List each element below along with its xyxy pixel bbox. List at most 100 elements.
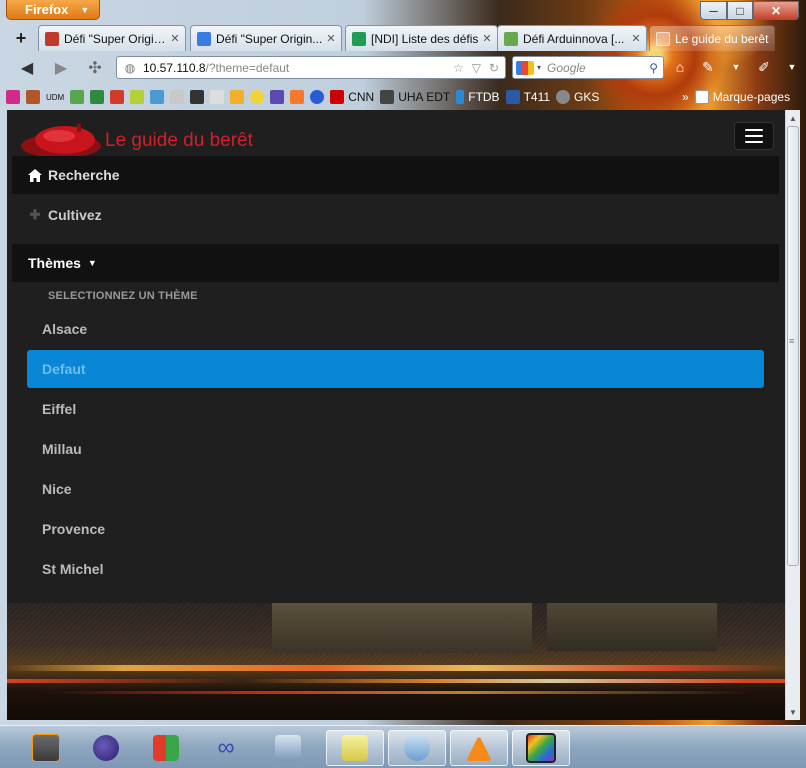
tab-close-icon[interactable]: ✕ (169, 32, 181, 45)
globe-icon: ◍ (124, 60, 136, 75)
bookmark-cnn[interactable]: CNN (330, 90, 374, 104)
photo-icon (70, 90, 85, 104)
bookmark-udm[interactable]: UDM (46, 93, 64, 102)
calendar-icon (170, 90, 185, 104)
bookmark-label: FTDB (468, 90, 500, 104)
tab-ndi-liste[interactable]: [NDI] Liste des défis ✕ (345, 25, 498, 51)
bookmark-item[interactable] (170, 90, 185, 104)
taskbar-windows[interactable] (140, 730, 192, 766)
bookmarks-overflow-button[interactable]: » (682, 90, 689, 104)
bookmark-item[interactable] (130, 90, 145, 104)
caret-down-icon: ▼ (87, 258, 97, 268)
nav-themes-dropdown[interactable]: Thèmes ▼ (12, 244, 779, 282)
scroll-up-icon[interactable]: ▲ (786, 110, 800, 126)
chevron-down-icon[interactable]: ▼ (726, 57, 746, 77)
theme-provence[interactable]: Provence (27, 510, 764, 548)
taskbar-vlc[interactable] (450, 730, 508, 766)
firefox-menu-button[interactable]: Firefox ▼ (6, 0, 100, 20)
bookmark-item[interactable] (26, 90, 40, 104)
tab-label: Défi "Super Origin... (64, 31, 169, 46)
search-icon[interactable]: ⚲ (649, 61, 658, 75)
dropdown-arrow-icon[interactable]: ▽ (472, 61, 481, 75)
microphone-icon[interactable]: ✐ (754, 57, 774, 77)
taskbar-finder[interactable] (388, 730, 446, 766)
bookmark-item[interactable] (290, 90, 305, 104)
bookmark-item[interactable] (250, 90, 265, 104)
brand-link[interactable]: Le guide du berêt (21, 122, 253, 156)
bookmarks-menu-button[interactable]: Marque-pages (713, 90, 790, 104)
theme-alsace[interactable]: Alsace (27, 310, 764, 348)
vertical-scrollbar[interactable]: ▲ ≡ ▼ (785, 110, 800, 720)
bookmark-item[interactable] (230, 90, 245, 104)
bottle-icon (456, 90, 465, 104)
bookmark-gks[interactable]: GKS (556, 90, 599, 104)
bookmark-item[interactable] (6, 90, 20, 104)
tab-defi-2[interactable]: Défi "Super Origin... ✕ (190, 25, 342, 51)
bookmark-item[interactable] (70, 90, 85, 104)
search-engine-arrow-icon[interactable]: ▾ (537, 63, 541, 72)
smile-icon (250, 90, 265, 104)
taskbar-infinity[interactable]: ∞ (200, 730, 252, 766)
google-icon[interactable] (516, 60, 534, 75)
tab-defi-1[interactable]: Défi "Super Origin... ✕ (38, 25, 186, 51)
bookmark-item[interactable] (210, 90, 225, 104)
menu-toggle-button[interactable] (734, 122, 774, 150)
tools-icon[interactable]: ✎ (698, 57, 718, 77)
tab-arduinnova[interactable]: Défi Arduinnova [... ✕ (497, 25, 647, 51)
tab-close-icon[interactable]: ✕ (481, 32, 493, 45)
bubble-icon (290, 90, 305, 104)
taskbar-filmstrip[interactable] (512, 730, 570, 766)
taskbar-notes[interactable] (326, 730, 384, 766)
theme-defaut[interactable]: Defaut (27, 350, 764, 388)
puzzle-icon (504, 31, 518, 46)
back-arrow-icon: ◀ (20, 60, 34, 77)
tab-label: [NDI] Liste des défis (371, 31, 479, 46)
nav-recherche[interactable]: Recherche (12, 156, 779, 194)
maximize-button[interactable]: □ (727, 1, 753, 20)
theme-st-michel[interactable]: St Michel (27, 550, 764, 588)
tab-close-icon[interactable]: ✕ (325, 32, 337, 45)
taskbar-eclipse[interactable] (80, 730, 132, 766)
search-box[interactable]: ▾ Google ⚲ (512, 56, 664, 79)
tab-guide-beret[interactable]: Le guide du berêt (649, 25, 775, 51)
bookmark-item[interactable] (310, 90, 325, 104)
star-icon[interactable]: ☆ (453, 61, 464, 75)
n-icon (130, 90, 145, 104)
minimize-button[interactable]: ─ (700, 1, 727, 20)
url-bar[interactable]: ◍ 10.57.110.8/?theme=defaut ☆ ▽ ↻ (116, 56, 506, 79)
grid-icon (380, 90, 395, 104)
bookmark-item[interactable] (190, 90, 205, 104)
taskbar-virtualbox[interactable] (262, 730, 314, 766)
url-path: /?theme=defaut (205, 60, 290, 75)
taskbar-sublime[interactable] (20, 730, 72, 766)
flower-icon (6, 90, 20, 104)
bookmark-item[interactable] (110, 90, 125, 104)
tab-close-icon[interactable]: ✕ (630, 32, 642, 45)
bookmark-item[interactable] (150, 90, 165, 104)
theme-eiffel[interactable]: Eiffel (27, 390, 764, 428)
bookmark-t411[interactable]: T411 (505, 90, 550, 104)
home-icon[interactable]: ⌂ (670, 57, 690, 77)
bookmark-uha-edt[interactable]: UHA EDT (380, 90, 450, 104)
forward-button[interactable]: ▶ (48, 55, 74, 81)
chevron-down-icon[interactable]: ▼ (782, 57, 802, 77)
new-tab-button[interactable]: + (8, 27, 34, 49)
theme-nice[interactable]: Nice (27, 470, 764, 508)
bookmark-ftdb[interactable]: FTDB (456, 90, 500, 104)
scrollbar-thumb[interactable] (787, 126, 799, 566)
nav-cultivez[interactable]: ✚ Cultivez (12, 196, 779, 234)
chevron-down-icon: ▼ (80, 4, 90, 15)
gmail-icon (110, 90, 125, 104)
reload-icon[interactable]: ↻ (489, 61, 499, 75)
back-button[interactable]: ◀ (14, 55, 40, 81)
bookmark-item[interactable] (270, 90, 285, 104)
scroll-down-icon[interactable]: ▼ (786, 704, 800, 720)
addon-button[interactable]: ✣ (82, 55, 108, 81)
light-trail (47, 691, 747, 694)
brand-name: Le guide du berêt (105, 130, 253, 151)
dropdown-header: SELECTIONNEZ UN THÈME (48, 290, 198, 302)
puzzle-piece-icon: ✣ (88, 60, 102, 77)
close-window-button[interactable]: ✕ (753, 1, 799, 20)
theme-millau[interactable]: Millau (27, 430, 764, 468)
bookmark-item[interactable] (90, 90, 105, 104)
